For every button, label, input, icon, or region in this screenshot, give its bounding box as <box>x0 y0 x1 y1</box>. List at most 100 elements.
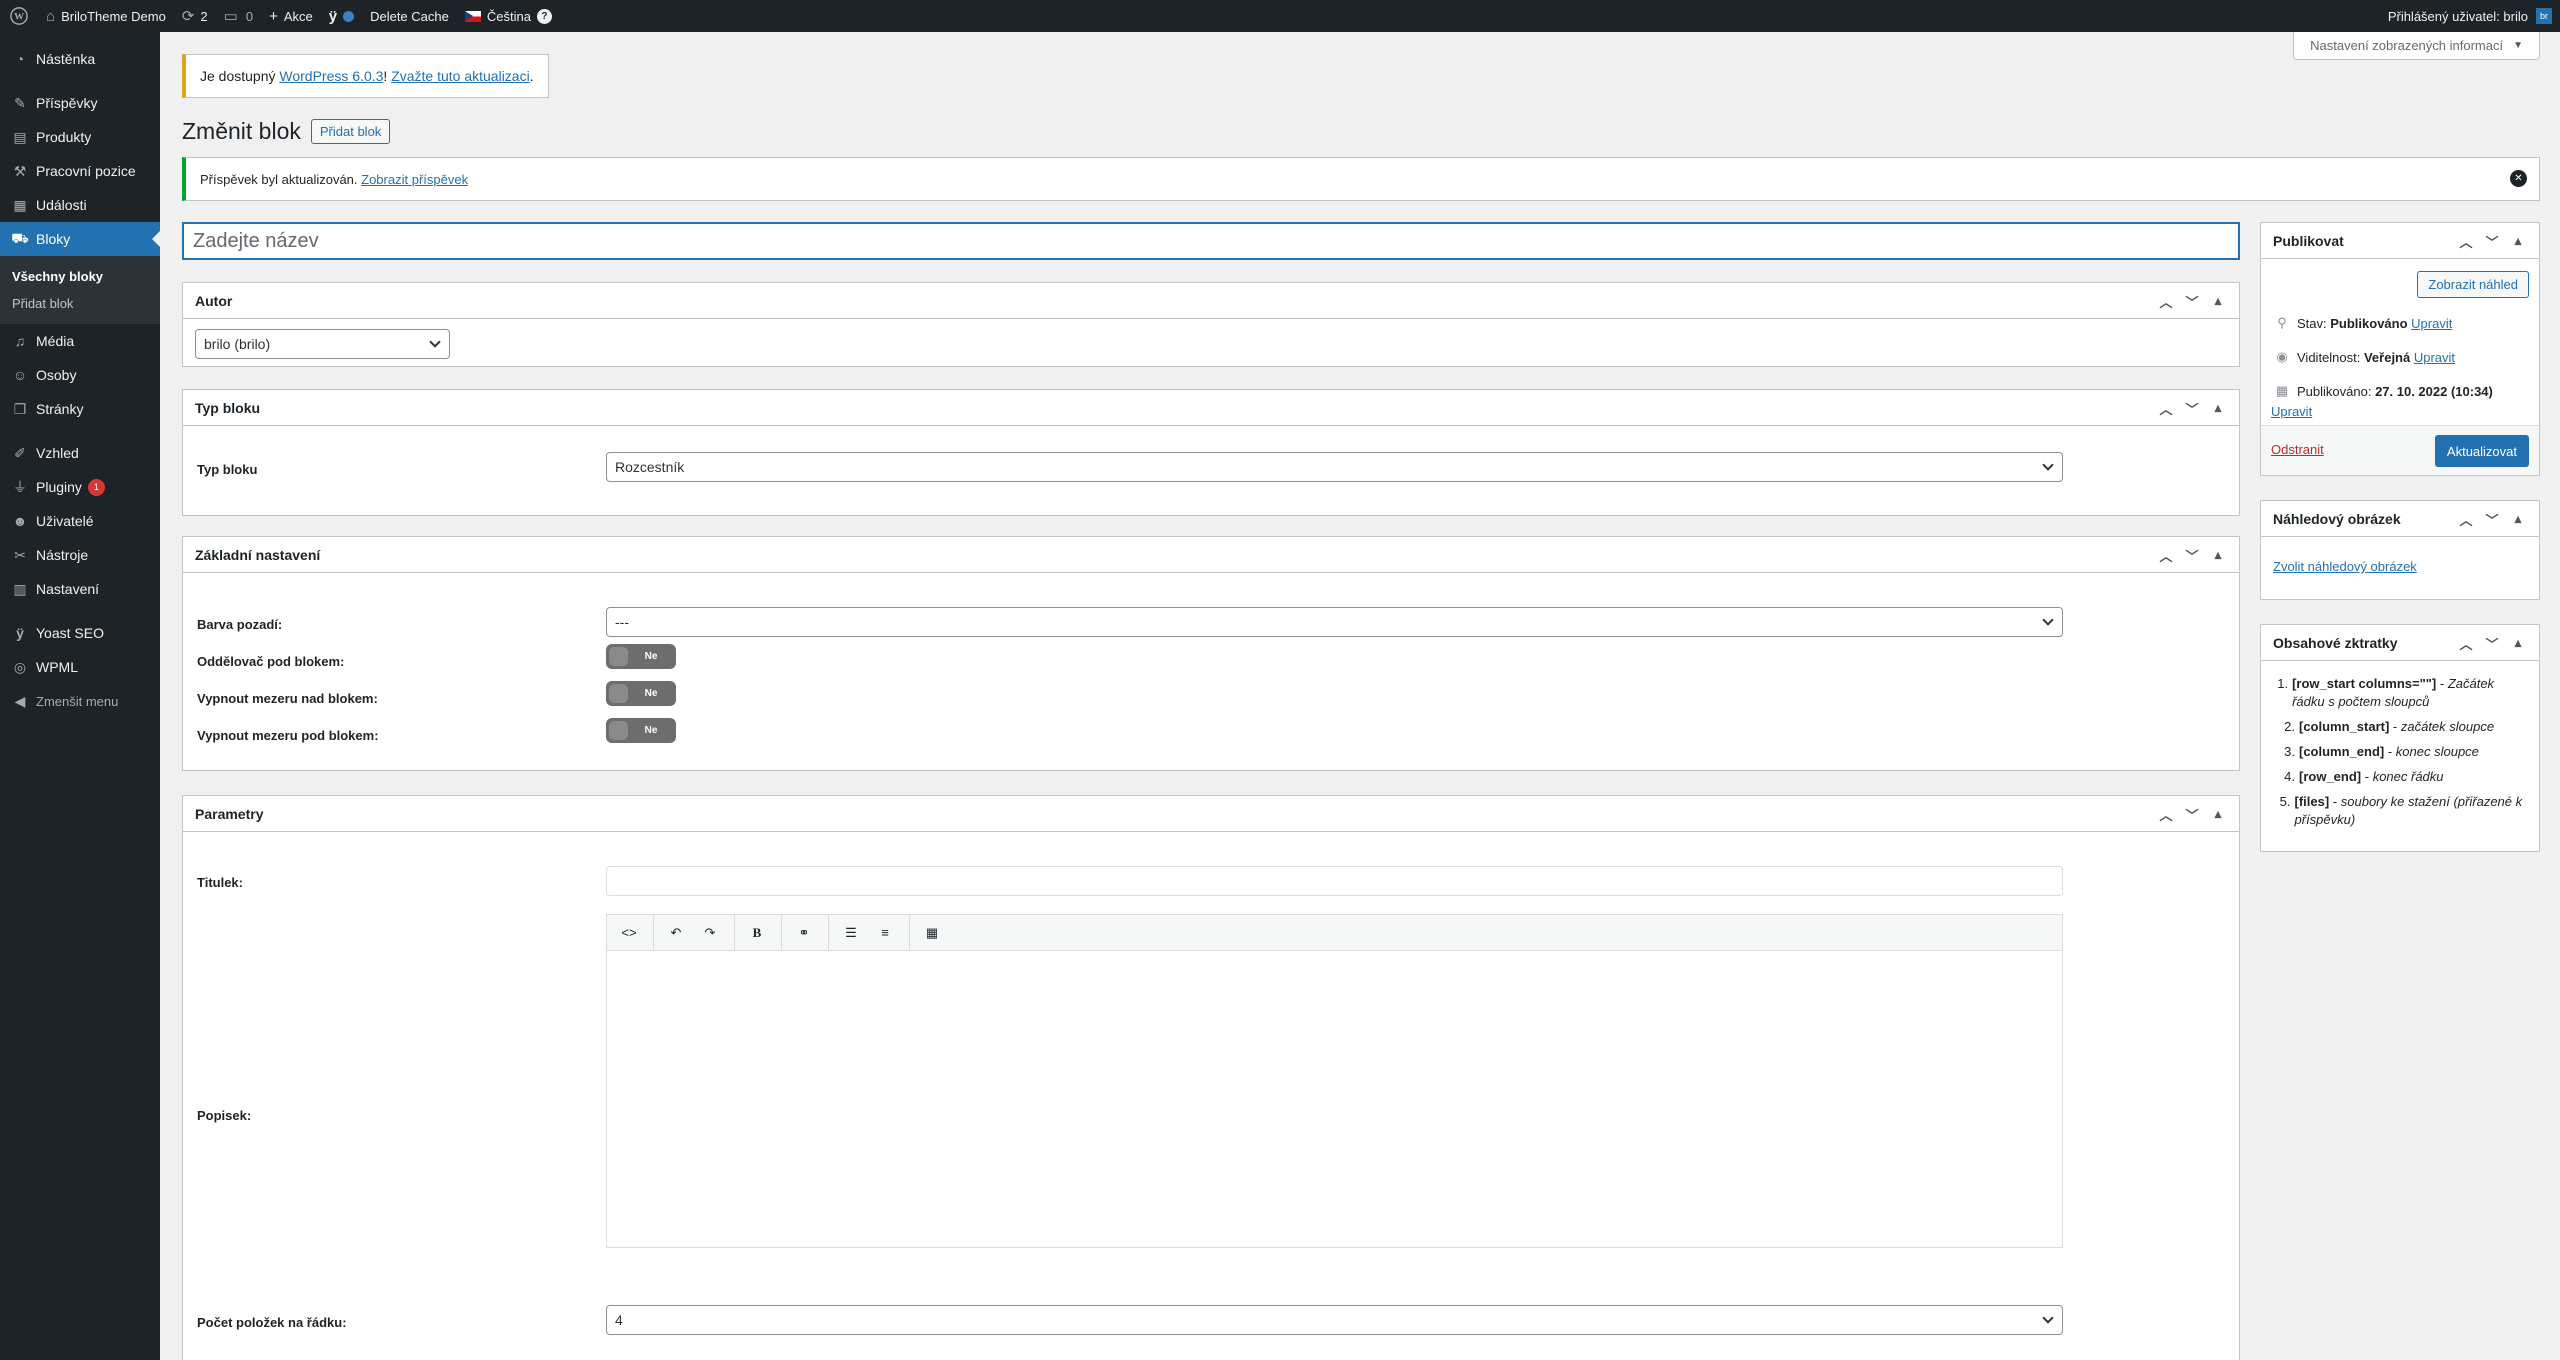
cart-icon: ⛟ <box>11 229 29 246</box>
sidebar-item-posts[interactable]: ✎ Příspěvky <box>0 86 160 120</box>
move-down-icon[interactable]: ﹀ <box>2479 634 2505 653</box>
help-icon: ? <box>536 8 552 24</box>
list-item: 2. [column_start] - začátek sloupce <box>2284 719 2495 734</box>
site-name-link[interactable]: ⌂ BriloTheme Demo <box>38 0 174 32</box>
delete-cache-link[interactable]: Delete Cache <box>362 0 457 32</box>
sidebar-item-blocks[interactable]: ⛟ Bloky <box>0 222 160 256</box>
toggle-panel-icon[interactable]: ▴ <box>2205 547 2231 563</box>
update-now-link[interactable]: Zvažte tuto aktualizaci <box>391 68 530 84</box>
disable-top-spacing-label: Vypnout mezeru nad blokem: <box>197 691 378 706</box>
submenu-all-blocks[interactable]: Všechny bloky <box>0 263 160 290</box>
disable-top-spacing-toggle[interactable]: Ne <box>606 681 676 706</box>
toggle-panel-icon[interactable]: ▴ <box>2205 400 2231 416</box>
calendar-icon: ▦ <box>13 196 27 213</box>
items-per-row-select[interactable]: 4 <box>606 1305 2063 1335</box>
view-post-link[interactable]: Zobrazit příspěvek <box>361 172 468 187</box>
publish-actions: Odstranit Aktualizovat <box>2261 425 2539 475</box>
basic-settings-metabox: Základní nastavení ︿ ﹀ ▴ Barva pozadí: -… <box>182 536 2240 771</box>
toggle-panel-icon[interactable]: ▴ <box>2505 635 2531 651</box>
sidebar-item-yoast[interactable]: ÿ Yoast SEO <box>0 616 160 650</box>
my-account-link[interactable]: Přihlášený uživatel: brilo br <box>2380 0 2560 32</box>
update-button[interactable]: Aktualizovat <box>2434 435 2529 467</box>
bold-icon[interactable]: B <box>743 919 771 947</box>
sidebar-item-people[interactable]: ☺ Osoby <box>0 358 160 392</box>
redo-icon[interactable]: ↷ <box>696 919 724 947</box>
author-metabox: Autor ︿ ﹀ ▴ brilo (brilo) <box>182 282 2240 367</box>
edit-date-link[interactable]: Upravit <box>2271 404 2312 419</box>
move-down-icon[interactable]: ﹀ <box>2179 805 2205 824</box>
sidebar-item-wpml[interactable]: ◎ WPML <box>0 650 160 684</box>
svg-text:W: W <box>14 12 24 23</box>
sidebar-item-dashboard[interactable]: ◔ Nástěnka <box>0 42 160 76</box>
screen-options-button[interactable]: Nastavení zobrazených informací ▼ <box>2293 32 2540 60</box>
language-switcher[interactable]: Čeština ? <box>457 0 560 32</box>
bullet-list-icon[interactable]: ☰ <box>837 919 865 947</box>
link-icon[interactable]: ⚭ <box>790 919 818 947</box>
wordpress-version-link[interactable]: WordPress 6.0.3 <box>279 68 383 84</box>
sidebar-item-plugins[interactable]: ⏚ Pluginy 1 <box>0 470 160 504</box>
code-icon[interactable]: <> <box>615 919 643 947</box>
edit-visibility-link[interactable]: Upravit <box>2414 350 2455 365</box>
move-up-icon[interactable]: ︿ <box>2153 546 2179 565</box>
move-up-icon[interactable]: ︿ <box>2453 634 2479 653</box>
status-row: ⚲ Stav: Publikováno Upravit <box>2273 315 2452 331</box>
block-type-select[interactable]: Rozcestník <box>606 452 2063 482</box>
submenu-add-block[interactable]: Přidat blok <box>0 290 160 317</box>
pin-icon: ⚲ <box>2277 315 2287 330</box>
description-editor[interactable]: <> ↶ ↷ B ⚭ ☰ ≡ ▦ <box>606 914 2063 1248</box>
move-down-icon[interactable]: ﹀ <box>2179 292 2205 311</box>
sidebar-item-pages[interactable]: ❐ Stránky <box>0 392 160 426</box>
collapse-menu-button[interactable]: ◀ Zmenšit menu <box>0 684 160 718</box>
sidebar-item-settings[interactable]: ▥ Nastavení <box>0 572 160 606</box>
parameters-metabox-header: Parametry ︿ ﹀ ▴ <box>183 796 2239 832</box>
updates-link[interactable]: ⟳ 2 <box>174 0 216 32</box>
chevron-down-icon <box>2042 614 2054 626</box>
background-color-label: Barva pozadí: <box>197 617 283 632</box>
sidebar-item-users[interactable]: ☻ Uživatelé <box>0 504 160 538</box>
set-featured-image-link[interactable]: Zvolit náhledový obrázek <box>2273 559 2417 574</box>
dashboard-icon: ◔ <box>15 51 25 67</box>
parameters-metabox: Parametry ︿ ﹀ ▴ Titulek: <> ↶ ↷ B ⚭ ☰ ≡ <box>182 795 2240 1360</box>
numbered-list-icon[interactable]: ≡ <box>871 919 899 947</box>
add-new-block-button[interactable]: Přidat blok <box>310 119 391 144</box>
update-nag: Je dostupný WordPress 6.0.3 ! Zvažte tut… <box>182 54 549 98</box>
post-title-input[interactable] <box>182 222 2240 260</box>
preview-button[interactable]: Zobrazit náhled <box>2417 271 2529 298</box>
sidebar-item-events[interactable]: ▦ Události <box>0 188 160 222</box>
sidebar-item-appearance[interactable]: ✐ Vzhled <box>0 436 160 470</box>
toggle-panel-icon[interactable]: ▴ <box>2505 233 2531 249</box>
collapse-icon: ◀ <box>14 692 26 709</box>
move-down-icon[interactable]: ﹀ <box>2179 399 2205 418</box>
divider-toggle[interactable]: Ne <box>606 644 676 669</box>
table-icon[interactable]: ▦ <box>918 919 946 947</box>
toggle-panel-icon[interactable]: ▴ <box>2205 293 2231 309</box>
disable-bottom-spacing-toggle[interactable]: Ne <box>606 718 676 743</box>
toggle-panel-icon[interactable]: ▴ <box>2205 806 2231 822</box>
move-down-icon[interactable]: ﹀ <box>2479 232 2505 251</box>
move-up-icon[interactable]: ︿ <box>2453 232 2479 251</box>
move-up-icon[interactable]: ︿ <box>2153 292 2179 311</box>
move-up-icon[interactable]: ︿ <box>2453 510 2479 529</box>
move-up-icon[interactable]: ︿ <box>2153 399 2179 418</box>
author-select[interactable]: brilo (brilo) <box>195 329 450 359</box>
undo-icon[interactable]: ↶ <box>662 919 690 947</box>
sidebar-item-tools[interactable]: ✂ Nástroje <box>0 538 160 572</box>
move-to-trash-link[interactable]: Odstranit <box>2271 442 2324 457</box>
move-up-icon[interactable]: ︿ <box>2153 805 2179 824</box>
dismiss-notice-icon[interactable]: ✕ <box>2510 170 2527 187</box>
shortcodes-metabox: Obsahové zktratky ︿ ﹀ ▴ 1. [row_start col… <box>2260 624 2540 852</box>
wordpress-logo-icon[interactable]: W <box>0 0 38 32</box>
move-down-icon[interactable]: ﹀ <box>2179 546 2205 565</box>
move-down-icon[interactable]: ﹀ <box>2479 510 2505 529</box>
yoast-menu[interactable]: ÿ <box>321 0 362 32</box>
sidebar-item-products[interactable]: ▤ Produkty <box>0 120 160 154</box>
sidebar-item-media[interactable]: ♫ Média <box>0 324 160 358</box>
edit-status-link[interactable]: Upravit <box>2411 316 2452 331</box>
published-date-row: ▦ Publikováno: 27. 10. 2022 (10:34) <box>2273 383 2493 399</box>
background-color-select[interactable]: --- <box>606 607 2063 637</box>
new-content-link[interactable]: + Akce <box>261 0 321 32</box>
comments-link[interactable]: ▭ 0 <box>216 0 261 32</box>
title-field-input[interactable] <box>606 866 2063 896</box>
sidebar-item-jobs[interactable]: ⚒ Pracovní pozice <box>0 154 160 188</box>
toggle-panel-icon[interactable]: ▴ <box>2505 511 2531 527</box>
